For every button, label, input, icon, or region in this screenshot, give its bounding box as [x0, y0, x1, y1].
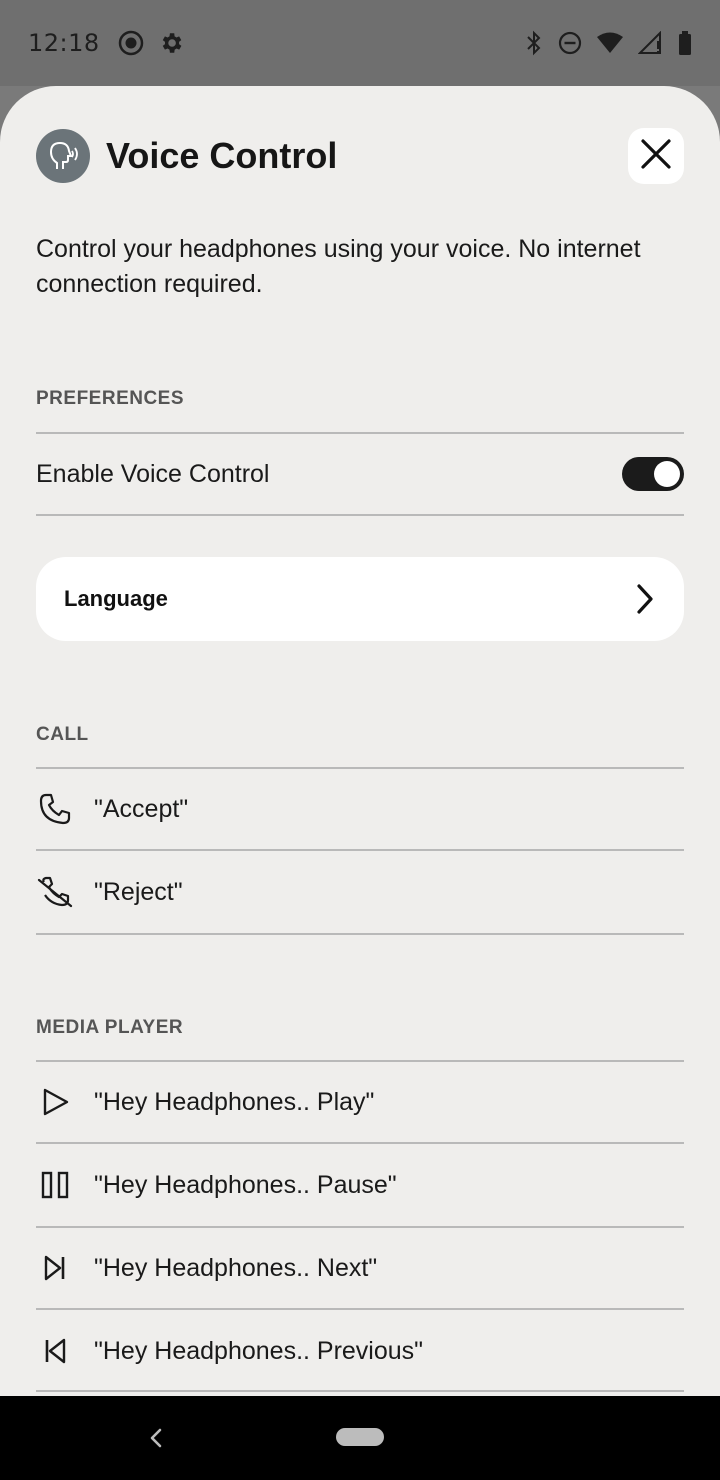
call-item-label: "Reject"	[94, 877, 183, 906]
call-item-label: "Accept"	[94, 794, 189, 823]
language-label: Language	[64, 586, 168, 611]
status-bar: 12:18	[0, 0, 720, 86]
play-icon	[36, 1083, 74, 1121]
enable-voice-control-label: Enable Voice Control	[36, 459, 270, 488]
media-item-label: "Hey Headphones.. Previous"	[94, 1336, 424, 1365]
status-right-icons	[524, 30, 692, 56]
divider	[36, 1390, 684, 1392]
media-item-label: "Hey Headphones.. Play"	[94, 1087, 375, 1116]
phone-off-icon	[36, 873, 74, 911]
next-icon	[36, 1249, 74, 1287]
description: Control your headphones using your voice…	[36, 235, 641, 298]
media-item-play: "Hey Headphones.. Play"	[36, 1062, 684, 1142]
voice-control-sheet: Voice Control Control your headphones us…	[0, 86, 720, 1396]
header: Voice Control	[36, 128, 684, 184]
gear-icon	[158, 30, 184, 56]
media-item-pause: "Hey Headphones.. Pause"	[36, 1144, 684, 1226]
enable-voice-control-row[interactable]: Enable Voice Control	[36, 434, 684, 514]
back-icon[interactable]	[146, 1424, 166, 1452]
language-button[interactable]: Language	[36, 557, 684, 641]
media-item-label: "Hey Headphones.. Pause"	[94, 1170, 397, 1199]
bluetooth-icon	[524, 30, 544, 56]
media-item-label: "Hey Headphones.. Next"	[94, 1253, 378, 1282]
wifi-icon	[596, 31, 624, 55]
previous-icon	[36, 1332, 74, 1370]
close-icon	[640, 138, 672, 175]
status-left-icons	[118, 30, 184, 56]
record-icon	[118, 30, 144, 56]
close-button[interactable]	[628, 128, 684, 184]
media-item-previous: "Hey Headphones.. Previous"	[36, 1310, 684, 1392]
phone-icon	[36, 790, 74, 828]
battery-icon	[678, 30, 692, 56]
divider	[36, 514, 684, 516]
home-pill[interactable]	[336, 1428, 384, 1446]
media-item-next: "Hey Headphones.. Next"	[36, 1228, 684, 1308]
section-label-call: CALL	[36, 724, 89, 745]
chevron-right-icon	[634, 583, 656, 615]
call-item-accept: "Accept"	[36, 769, 684, 849]
section-label-preferences: PREFERENCES	[36, 388, 185, 409]
toggle-knob	[654, 461, 680, 487]
navigation-bar	[0, 1396, 720, 1480]
voice-head-icon	[36, 129, 90, 183]
pause-icon	[36, 1166, 74, 1204]
section-label-media-player: MEDIA PLAYER	[36, 1017, 184, 1038]
divider	[36, 933, 684, 935]
page-title: Voice Control	[106, 135, 338, 176]
status-time: 12:18	[28, 29, 100, 57]
signal-icon	[638, 31, 664, 55]
enable-voice-control-toggle[interactable]	[622, 457, 684, 491]
do-not-disturb-icon	[558, 31, 582, 55]
call-item-reject: "Reject"	[36, 851, 684, 933]
